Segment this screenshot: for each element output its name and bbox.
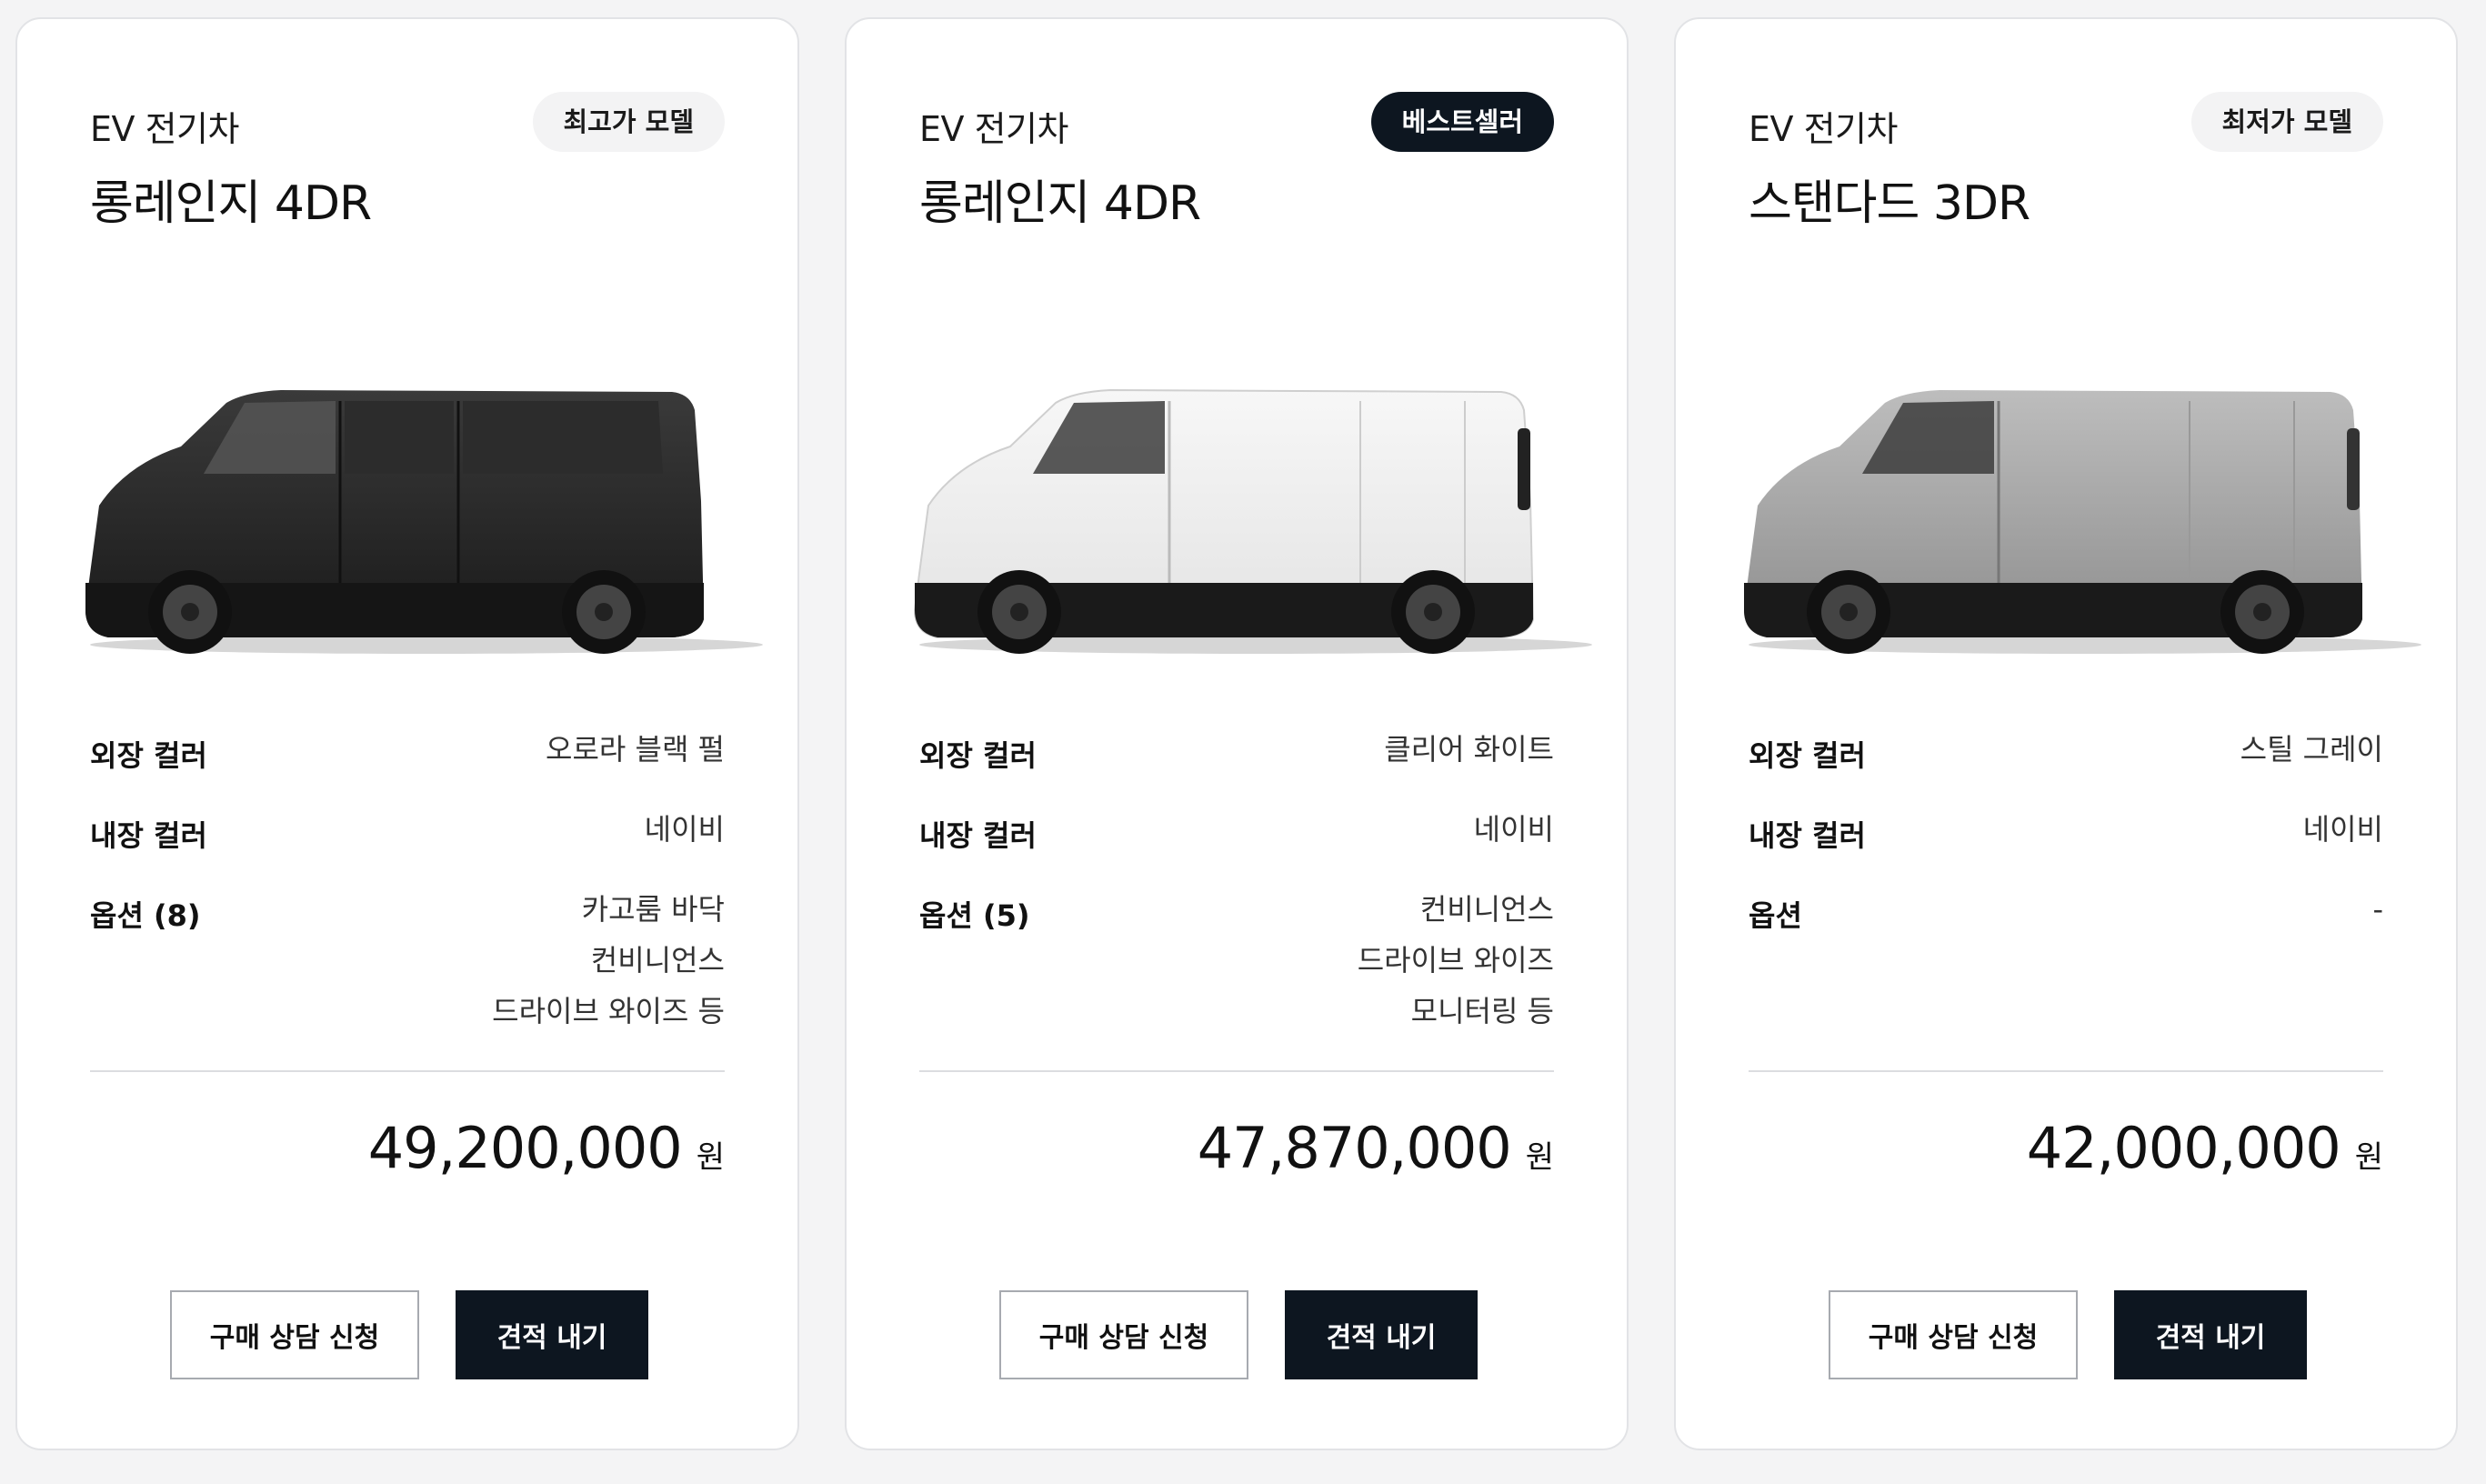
option-item: 모니터링 등 xyxy=(1410,994,1554,1028)
van-image xyxy=(85,390,763,654)
option-item: 컨비니언스 xyxy=(1419,892,1554,927)
price-amount: 49,200,000 xyxy=(367,1115,683,1181)
consult-button[interactable]: 구매 상담 신청 xyxy=(1829,1290,2078,1379)
quote-button[interactable]: 견적 내기 xyxy=(2114,1290,2307,1379)
spec-label: 옵션 (5) xyxy=(919,898,1030,933)
quote-button[interactable]: 견적 내기 xyxy=(1285,1290,1478,1379)
options-list: - xyxy=(2372,884,2383,935)
consult-button[interactable]: 구매 상담 신청 xyxy=(999,1290,1248,1379)
divider xyxy=(1749,1070,2383,1072)
option-item: 카고룸 바닥 xyxy=(581,892,725,927)
spec-label: 내장 컬러 xyxy=(919,818,1037,853)
spec-value: 스틸 그레이 xyxy=(2240,732,2383,767)
price-unit: 원 xyxy=(696,1139,725,1176)
trim-name: 스탠다드 3DR xyxy=(1749,176,2030,231)
spec-row-exterior: 외장 컬러 스틸 그레이 xyxy=(1749,732,2383,775)
price: 47,870,000 원 xyxy=(1198,1115,1554,1181)
trim-card: EV 전기차 롱레인지 4DR 베스트셀러 외장 컬러 클리어 화이트 내장 컬… xyxy=(845,17,1629,1450)
spec-row-options: 옵션 (8) 카고룸 바닥 컨비니언스 드라이브 와이즈 등 xyxy=(90,892,725,1037)
spec-label: 내장 컬러 xyxy=(90,818,207,853)
option-item: 드라이브 와이즈 등 xyxy=(492,994,725,1028)
vehicle-category: EV 전기차 xyxy=(919,109,1068,149)
consult-button[interactable]: 구매 상담 신청 xyxy=(170,1290,419,1379)
options-list: 컨비니언스 드라이브 와이즈 모니터링 등 xyxy=(1358,884,1554,1037)
spec-row-interior: 내장 컬러 네이비 xyxy=(919,812,1554,855)
trim-card-list: EV 전기차 롱레인지 4DR 최고가 모델 외장 컬러 오로라 블랙 펄 내장… xyxy=(15,17,2458,1450)
van-image xyxy=(913,388,1592,654)
spec-row-interior: 내장 컬러 네이비 xyxy=(90,812,725,855)
spec-row-options: 옵션 (5) 컨비니언스 드라이브 와이즈 모니터링 등 xyxy=(919,892,1554,1037)
spec-label: 외장 컬러 xyxy=(919,738,1037,773)
spec-label: 옵션 xyxy=(1749,898,1802,933)
option-item: 컨비니언스 xyxy=(590,943,725,978)
divider xyxy=(919,1070,1554,1072)
spec-label: 옵션 (8) xyxy=(90,898,201,933)
spec-row-options: 옵션 - xyxy=(1749,892,2383,935)
spec-value: 클리어 화이트 xyxy=(1384,732,1554,767)
price: 49,200,000 원 xyxy=(368,1115,725,1181)
divider xyxy=(90,1070,725,1072)
trim-badge: 최고가 모델 xyxy=(532,92,725,152)
price-unit: 원 xyxy=(2354,1139,2383,1176)
option-item: - xyxy=(2372,892,2383,927)
spec-value: 오로라 블랙 펄 xyxy=(546,732,725,767)
trim-name: 롱레인지 4DR xyxy=(90,176,372,231)
spec-row-interior: 내장 컬러 네이비 xyxy=(1749,812,2383,855)
trim-badge: 최저가 모델 xyxy=(2190,92,2383,152)
van-image xyxy=(1744,390,2421,654)
spec-label: 내장 컬러 xyxy=(1749,818,1866,853)
quote-button[interactable]: 견적 내기 xyxy=(456,1290,648,1379)
spec-label: 외장 컬러 xyxy=(1749,738,1866,773)
price-amount: 47,870,000 xyxy=(1197,1115,1512,1181)
vehicle-category: EV 전기차 xyxy=(90,109,239,149)
spec-label: 외장 컬러 xyxy=(90,738,207,773)
options-list: 카고룸 바닥 컨비니언스 드라이브 와이즈 등 xyxy=(492,884,725,1037)
spec-value: 네이비 xyxy=(644,812,725,847)
price-unit: 원 xyxy=(1525,1139,1554,1176)
trim-card: EV 전기차 롱레인지 4DR 최고가 모델 외장 컬러 오로라 블랙 펄 내장… xyxy=(15,17,799,1450)
option-item: 드라이브 와이즈 xyxy=(1357,943,1554,978)
price-amount: 42,000,000 xyxy=(2026,1115,2341,1181)
spec-value: 네이비 xyxy=(2302,812,2383,847)
spec-value: 네이비 xyxy=(1473,812,1554,847)
trim-badge: 베스트셀러 xyxy=(1370,92,1554,152)
trim-card: EV 전기차 스탠다드 3DR 최저가 모델 외장 컬러 스틸 그레이 내장 컬… xyxy=(1674,17,2458,1450)
spec-row-exterior: 외장 컬러 클리어 화이트 xyxy=(919,732,1554,775)
trim-name: 롱레인지 4DR xyxy=(919,176,1201,231)
spec-row-exterior: 외장 컬러 오로라 블랙 펄 xyxy=(90,732,725,775)
price: 42,000,000 원 xyxy=(2027,1115,2383,1181)
vehicle-category: EV 전기차 xyxy=(1749,109,1898,149)
